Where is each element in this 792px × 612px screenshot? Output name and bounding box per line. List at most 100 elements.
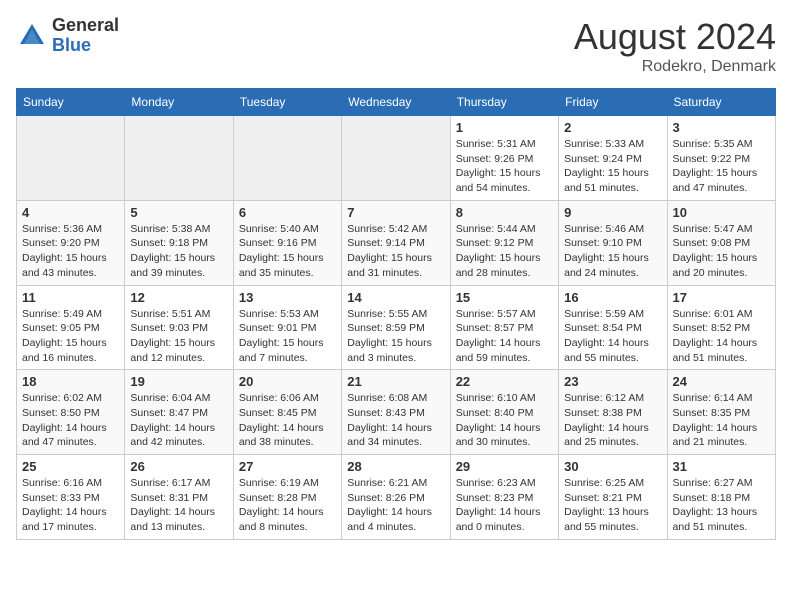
day-info: Sunrise: 6:25 AM Sunset: 8:21 PM Dayligh…: [564, 476, 661, 535]
weekday-header-monday: Monday: [125, 89, 233, 116]
day-number: 25: [22, 459, 119, 474]
day-number: 19: [130, 374, 227, 389]
day-number: 27: [239, 459, 336, 474]
logo-blue: Blue: [52, 35, 91, 55]
calendar-cell: 27 Sunrise: 6:19 AM Sunset: 8:28 PM Dayli…: [233, 455, 341, 540]
weekday-header-tuesday: Tuesday: [233, 89, 341, 116]
day-number: 14: [347, 290, 444, 305]
day-number: 10: [673, 205, 770, 220]
calendar-table: SundayMondayTuesdayWednesdayThursdayFrid…: [16, 88, 776, 540]
day-number: 9: [564, 205, 661, 220]
day-number: 5: [130, 205, 227, 220]
calendar-cell: [125, 116, 233, 201]
week-row-3: 11 Sunrise: 5:49 AM Sunset: 9:05 PM Dayli…: [17, 285, 776, 370]
day-number: 21: [347, 374, 444, 389]
day-number: 6: [239, 205, 336, 220]
day-number: 17: [673, 290, 770, 305]
day-number: 3: [673, 120, 770, 135]
day-info: Sunrise: 6:01 AM Sunset: 8:52 PM Dayligh…: [673, 307, 770, 366]
day-info: Sunrise: 5:35 AM Sunset: 9:22 PM Dayligh…: [673, 137, 770, 196]
calendar-cell: 25Sunrise: 6:16 AM Sunset: 8:33 PM Dayli…: [17, 455, 125, 540]
day-info: Sunrise: 5:57 AM Sunset: 8:57 PM Dayligh…: [456, 307, 553, 366]
day-number: 22: [456, 374, 553, 389]
day-number: 28: [347, 459, 444, 474]
day-number: 4: [22, 205, 119, 220]
calendar-cell: 15 Sunrise: 5:57 AM Sunset: 8:57 PM Dayli…: [450, 285, 558, 370]
calendar-cell: 18 Sunrise: 6:02 AM Sunset: 8:50 PM Dayli…: [17, 370, 125, 455]
day-number: 7: [347, 205, 444, 220]
calendar-cell: 14 Sunrise: 5:55 AM Sunset: 8:59 PM Dayli…: [342, 285, 450, 370]
calendar-cell: 9Sunrise: 5:46 AM Sunset: 9:10 PM Daylig…: [559, 200, 667, 285]
day-number: 15: [456, 290, 553, 305]
calendar-cell: 13 Sunrise: 5:53 AM Sunset: 9:01 PM Dayli…: [233, 285, 341, 370]
page-header: General Blue August 2024 Rodekro, Denmar…: [16, 16, 776, 76]
day-info: Sunrise: 6:04 AM Sunset: 8:47 PM Dayligh…: [130, 391, 227, 450]
logo-general: General: [52, 15, 119, 35]
day-number: 8: [456, 205, 553, 220]
calendar-cell: 26 Sunrise: 6:17 AM Sunset: 8:31 PM Dayli…: [125, 455, 233, 540]
day-number: 24: [673, 374, 770, 389]
calendar-cell: 4 Sunrise: 5:36 AM Sunset: 9:20 PM Daylig…: [17, 200, 125, 285]
week-row-1: 1 Sunrise: 5:31 AM Sunset: 9:26 PM Daylig…: [17, 116, 776, 201]
location: Rodekro, Denmark: [574, 58, 776, 76]
week-row-2: 4 Sunrise: 5:36 AM Sunset: 9:20 PM Daylig…: [17, 200, 776, 285]
calendar-cell: 10Sunrise: 5:47 AM Sunset: 9:08 PM Dayli…: [667, 200, 775, 285]
day-info: Sunrise: 6:08 AM Sunset: 8:43 PM Dayligh…: [347, 391, 444, 450]
calendar-cell: 28Sunrise: 6:21 AM Sunset: 8:26 PM Dayli…: [342, 455, 450, 540]
day-info: Sunrise: 5:36 AM Sunset: 9:20 PM Dayligh…: [22, 222, 119, 281]
calendar-cell: 12Sunrise: 5:51 AM Sunset: 9:03 PM Dayli…: [125, 285, 233, 370]
day-number: 29: [456, 459, 553, 474]
day-number: 18: [22, 374, 119, 389]
day-number: 12: [130, 290, 227, 305]
day-info: Sunrise: 5:49 AM Sunset: 9:05 PM Dayligh…: [22, 307, 119, 366]
calendar-cell: [17, 116, 125, 201]
calendar-cell: 5Sunrise: 5:38 AM Sunset: 9:18 PM Daylig…: [125, 200, 233, 285]
day-info: Sunrise: 5:55 AM Sunset: 8:59 PM Dayligh…: [347, 307, 444, 366]
weekday-header-row: SundayMondayTuesdayWednesdayThursdayFrid…: [17, 89, 776, 116]
week-row-5: 25Sunrise: 6:16 AM Sunset: 8:33 PM Dayli…: [17, 455, 776, 540]
day-number: 11: [22, 290, 119, 305]
calendar-cell: [233, 116, 341, 201]
day-info: Sunrise: 5:53 AM Sunset: 9:01 PM Dayligh…: [239, 307, 336, 366]
day-info: Sunrise: 6:02 AM Sunset: 8:50 PM Dayligh…: [22, 391, 119, 450]
day-number: 16: [564, 290, 661, 305]
calendar-cell: 23Sunrise: 6:12 AM Sunset: 8:38 PM Dayli…: [559, 370, 667, 455]
calendar-cell: 30 Sunrise: 6:25 AM Sunset: 8:21 PM Dayli…: [559, 455, 667, 540]
day-info: Sunrise: 6:17 AM Sunset: 8:31 PM Dayligh…: [130, 476, 227, 535]
calendar-cell: 21 Sunrise: 6:08 AM Sunset: 8:43 PM Dayli…: [342, 370, 450, 455]
day-info: Sunrise: 6:19 AM Sunset: 8:28 PM Dayligh…: [239, 476, 336, 535]
calendar-cell: 17 Sunrise: 6:01 AM Sunset: 8:52 PM Dayli…: [667, 285, 775, 370]
day-number: 13: [239, 290, 336, 305]
calendar-cell: 3 Sunrise: 5:35 AM Sunset: 9:22 PM Daylig…: [667, 116, 775, 201]
weekday-header-thursday: Thursday: [450, 89, 558, 116]
day-info: Sunrise: 6:12 AM Sunset: 8:38 PM Dayligh…: [564, 391, 661, 450]
calendar-cell: 8Sunrise: 5:44 AM Sunset: 9:12 PM Daylig…: [450, 200, 558, 285]
calendar-cell: 6Sunrise: 5:40 AM Sunset: 9:16 PM Daylig…: [233, 200, 341, 285]
calendar-cell: 2Sunrise: 5:33 AM Sunset: 9:24 PM Daylig…: [559, 116, 667, 201]
title-block: August 2024 Rodekro, Denmark: [574, 16, 776, 76]
day-number: 30: [564, 459, 661, 474]
logo: General Blue: [16, 16, 119, 56]
calendar-cell: 31Sunrise: 6:27 AM Sunset: 8:18 PM Dayli…: [667, 455, 775, 540]
day-info: Sunrise: 5:33 AM Sunset: 9:24 PM Dayligh…: [564, 137, 661, 196]
logo-icon: [16, 20, 48, 52]
calendar-cell: 22Sunrise: 6:10 AM Sunset: 8:40 PM Dayli…: [450, 370, 558, 455]
day-info: Sunrise: 5:42 AM Sunset: 9:14 PM Dayligh…: [347, 222, 444, 281]
weekday-header-saturday: Saturday: [667, 89, 775, 116]
day-number: 26: [130, 459, 227, 474]
logo-text: General Blue: [52, 16, 119, 56]
calendar-cell: 11 Sunrise: 5:49 AM Sunset: 9:05 PM Dayli…: [17, 285, 125, 370]
calendar-cell: [342, 116, 450, 201]
weekday-header-sunday: Sunday: [17, 89, 125, 116]
calendar-cell: 7 Sunrise: 5:42 AM Sunset: 9:14 PM Daylig…: [342, 200, 450, 285]
calendar-cell: 29 Sunrise: 6:23 AM Sunset: 8:23 PM Dayli…: [450, 455, 558, 540]
calendar-cell: 19 Sunrise: 6:04 AM Sunset: 8:47 PM Dayli…: [125, 370, 233, 455]
day-info: Sunrise: 5:59 AM Sunset: 8:54 PM Dayligh…: [564, 307, 661, 366]
day-number: 31: [673, 459, 770, 474]
weekday-header-friday: Friday: [559, 89, 667, 116]
day-number: 1: [456, 120, 553, 135]
calendar-cell: 1 Sunrise: 5:31 AM Sunset: 9:26 PM Daylig…: [450, 116, 558, 201]
day-number: 20: [239, 374, 336, 389]
day-info: Sunrise: 5:31 AM Sunset: 9:26 PM Dayligh…: [456, 137, 553, 196]
day-info: Sunrise: 6:23 AM Sunset: 8:23 PM Dayligh…: [456, 476, 553, 535]
